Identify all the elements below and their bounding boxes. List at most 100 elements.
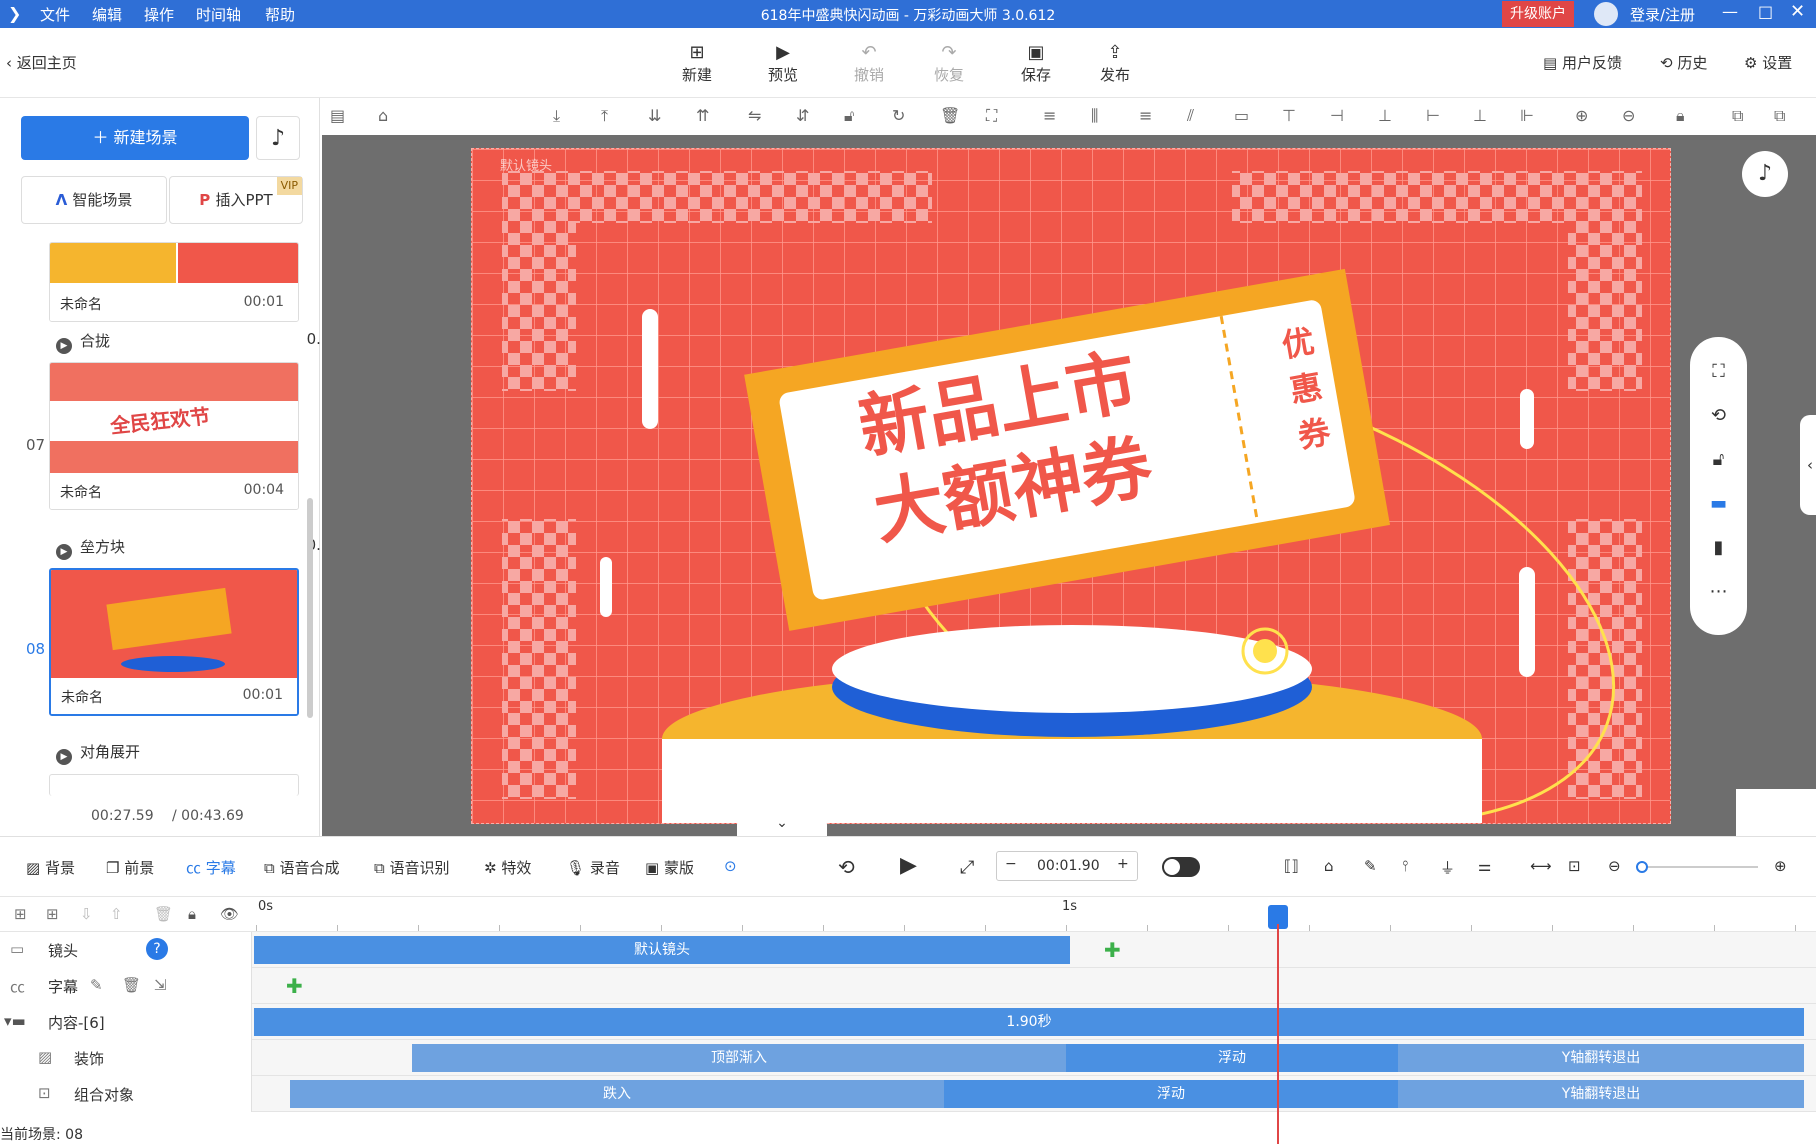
copy-icon[interactable]: ⧉	[1732, 106, 1743, 126]
home-icon[interactable]: ⌂	[378, 106, 388, 125]
distribute-h-icon[interactable]: ⫽	[1187, 106, 1194, 126]
stage[interactable]: 默认镜头 新品上市 大额神券 优惠券	[471, 148, 1671, 824]
back-home-link[interactable]: ‹ 返回主页	[6, 52, 77, 73]
undo-button[interactable]: ↶ 撤销	[839, 42, 899, 85]
publish-button[interactable]: ⇪ 发布	[1085, 42, 1145, 85]
minimize-icon[interactable]: —	[1722, 2, 1738, 21]
flip-v-icon[interactable]: ⇵	[796, 106, 809, 125]
effects-tool[interactable]: ✲ 特效	[484, 857, 531, 878]
center-h-icon[interactable]: ⊢	[1426, 106, 1440, 125]
adjust-icon[interactable]: ⚌	[1478, 857, 1491, 875]
maximize-icon[interactable]: □	[1758, 2, 1773, 21]
folder-add-icon[interactable]: ⊞	[14, 905, 27, 923]
camera-bar[interactable]: 默认镜头	[254, 936, 1070, 964]
delete-icon[interactable]: 🗑︎	[940, 106, 960, 125]
eye-icon[interactable]: 👁︎	[220, 905, 239, 923]
canvas-music-button[interactable]: ♪	[1742, 151, 1788, 197]
minus-icon[interactable]: −	[1005, 856, 1017, 872]
zoom-slider[interactable]	[1636, 861, 1758, 873]
ratio-icon[interactable]: ⊡	[1568, 857, 1581, 875]
new-button[interactable]: ⊞ 新建	[667, 42, 727, 85]
replay-icon[interactable]: ⟲	[838, 855, 855, 879]
align-bottom-icon[interactable]: ⊥	[1378, 106, 1392, 125]
import-icon[interactable]: ⇲	[154, 976, 167, 994]
folder-new-icon[interactable]: ⊞	[46, 905, 59, 923]
save-button[interactable]: ▣ 保存	[1006, 42, 1066, 85]
anim-exit-bar[interactable]: Y轴翻转退出	[1398, 1044, 1804, 1072]
new-scene-button[interactable]: ＋ 新建场景	[21, 116, 249, 160]
asr-tool[interactable]: ⧉ 语音识别	[374, 857, 450, 878]
split-icon[interactable]: ⫯	[1402, 857, 1409, 875]
layer-down-icon[interactable]: ⤓	[553, 106, 560, 126]
lock-icon[interactable]: 🔓︎	[1690, 449, 1747, 470]
scene-thumbnail-07[interactable]: 全民狂欢节 未命名 00:04	[49, 362, 299, 510]
insert-ppt-button[interactable]: P 插入PPT VIP	[169, 176, 303, 224]
distribute-v-icon[interactable]: ▭	[1234, 106, 1249, 125]
anim-enter-bar[interactable]: 顶部渐入	[412, 1044, 1066, 1072]
mask-tool[interactable]: ▣ 蒙版	[645, 857, 694, 878]
fullscreen-icon[interactable]: ⤢	[960, 857, 974, 878]
scene-thumbnail-08[interactable]: 未命名 00:01	[49, 568, 299, 716]
scene-thumbnail-09[interactable]	[49, 774, 299, 796]
layer-up-icon[interactable]: ⤒	[601, 106, 608, 126]
content-bar[interactable]: 1.90秒	[254, 1008, 1804, 1036]
rotate-icon[interactable]: ⟲	[1690, 405, 1747, 426]
bracket-icon[interactable]: ⟦⟧	[1284, 857, 1299, 875]
align-center-icon[interactable]: ⫼	[1091, 106, 1098, 126]
zoom-out-icon[interactable]: ⊖	[1608, 857, 1621, 875]
anim-enter-bar[interactable]: 跌入	[290, 1080, 944, 1108]
side-collapse-tab[interactable]: ‹	[1800, 415, 1816, 515]
smart-scene-button[interactable]: Ʌ 智能场景	[21, 176, 167, 224]
align-top-icon[interactable]: ⊤	[1282, 106, 1296, 125]
layer-bottom-icon[interactable]: ⇊	[648, 106, 661, 125]
scene-transition[interactable]: ▶合拢0.3(s)	[56, 330, 350, 354]
add-subtitle-icon[interactable]: ✚	[286, 974, 303, 998]
preview-button[interactable]: ▶ 预览	[753, 42, 813, 85]
subtitle-tool[interactable]: ㏄ 字幕	[186, 857, 236, 878]
collapse-panel-button[interactable]: ⌄	[737, 815, 827, 836]
lock-icon[interactable]: 🔓︎	[844, 106, 854, 126]
anim-float-bar[interactable]: 浮动	[944, 1080, 1398, 1108]
space-icon[interactable]: ⊩	[1520, 106, 1534, 125]
phone-icon[interactable]: ▮	[1690, 537, 1747, 558]
zoom-in-icon[interactable]: ⊕	[1774, 857, 1787, 875]
scene-list-scrollbar[interactable]	[307, 498, 313, 718]
align-left-icon[interactable]: ≡	[1043, 106, 1056, 125]
filter-icon[interactable]: ⏚	[1440, 857, 1455, 878]
scene-transition[interactable]: ▶垒方块0.5(s)	[56, 536, 350, 560]
fit-screen-icon[interactable]: ⛶	[1690, 361, 1747, 382]
login-link[interactable]: 登录/注册	[1630, 4, 1695, 25]
edit-icon[interactable]: ✎	[1364, 857, 1377, 875]
record-tool[interactable]: 🎙︎ 录音	[566, 857, 620, 878]
more-tools-icon[interactable]: ⊙	[724, 857, 737, 875]
rotate-icon[interactable]: ↻	[892, 106, 905, 125]
fit-icon[interactable]: ⟷	[1530, 857, 1552, 875]
zoom-in-icon[interactable]: ⊕	[1575, 106, 1588, 125]
time-stepper[interactable]: − 00:01.90 +	[996, 851, 1138, 881]
flip-h-icon[interactable]: ⇋	[748, 106, 761, 125]
close-icon[interactable]: ✕	[1790, 1, 1805, 22]
background-tool[interactable]: ▨ 背景	[26, 857, 75, 878]
time-value[interactable]: 00:01.90	[1037, 858, 1100, 874]
align-right-icon[interactable]: ≡	[1139, 106, 1152, 125]
zoom-out-icon[interactable]: ⊖	[1622, 106, 1635, 125]
trash-icon[interactable]: 🗑︎	[122, 976, 141, 994]
play-button[interactable]: ▶	[900, 853, 917, 878]
history-link[interactable]: ⟲ 历史	[1660, 52, 1707, 73]
music-button[interactable]: ♪	[256, 116, 300, 160]
crop-icon[interactable]: ⛶	[986, 106, 997, 126]
foreground-tool[interactable]: ❐ 前景	[106, 857, 154, 878]
move-up-icon[interactable]: ⇧	[110, 905, 123, 923]
trash-icon[interactable]: 🗑︎	[154, 905, 173, 923]
scene-thumbnail-06[interactable]: 未命名 00:01	[49, 242, 299, 322]
feedback-link[interactable]: ▤ 用户反馈	[1543, 52, 1622, 73]
anim-exit-bar[interactable]: Y轴翻转退出	[1398, 1080, 1804, 1108]
move-down-icon[interactable]: ⇩	[80, 905, 93, 923]
scene-transition[interactable]: ▶对角展开1(s)	[56, 741, 350, 765]
zoom-slider-thumb[interactable]	[1636, 861, 1648, 873]
upgrade-account-button[interactable]: 升级账户	[1502, 1, 1574, 27]
toggle-switch[interactable]	[1162, 857, 1200, 877]
lock-icon[interactable]: 🔒︎	[188, 905, 196, 923]
settings-link[interactable]: ⚙ 设置	[1744, 52, 1792, 73]
layer-top-icon[interactable]: ⇈	[696, 106, 709, 125]
